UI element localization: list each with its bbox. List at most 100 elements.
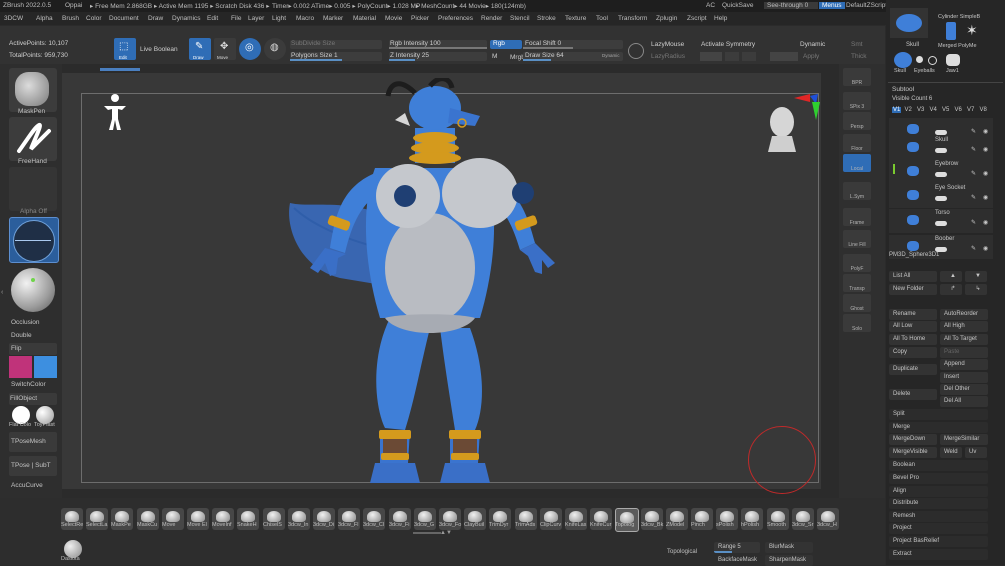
uv-button[interactable]: Uv bbox=[965, 447, 987, 458]
double-toggle[interactable]: Double bbox=[9, 330, 57, 342]
blurmask-button[interactable]: BlurMask bbox=[765, 542, 813, 553]
tposemesh-button[interactable]: TPoseMesh bbox=[9, 432, 57, 452]
new-folder-button[interactable]: New Folder bbox=[889, 284, 937, 295]
mergesimilar-button[interactable]: MergeSimilar bbox=[940, 434, 988, 445]
move-button[interactable]: ✥ Move bbox=[214, 38, 236, 60]
menu-alpha[interactable]: Alpha bbox=[36, 15, 53, 22]
rgb-toggle[interactable]: Rgb bbox=[490, 40, 522, 49]
polygons-size-slider[interactable]: Polygons Size 1 bbox=[290, 52, 382, 61]
rcol-spix-3-button[interactable]: SPix 3 bbox=[843, 92, 871, 110]
menu-transform[interactable]: Transform bbox=[618, 15, 647, 22]
menu-layer[interactable]: Layer bbox=[248, 15, 264, 22]
quicksave-button[interactable]: QuickSave bbox=[722, 2, 753, 9]
subtool-pen-icon[interactable]: ✎ bbox=[971, 146, 976, 153]
m-toggle[interactable]: M bbox=[492, 53, 497, 60]
menu-zscript[interactable]: Zscript bbox=[687, 15, 707, 22]
secondary-color-swatch[interactable] bbox=[34, 356, 57, 378]
delete-button[interactable]: Delete bbox=[889, 389, 937, 400]
boolean-button[interactable]: Boolean bbox=[889, 460, 988, 471]
rename-button[interactable]: Rename bbox=[889, 309, 937, 320]
menu-picker[interactable]: Picker bbox=[411, 15, 429, 22]
z-intensity-slider[interactable]: Z Intensity 25 bbox=[389, 52, 487, 61]
backfacemask-toggle[interactable]: BackfaceMask bbox=[714, 555, 762, 566]
subtool-row[interactable]: Eyebrow ✎ ◉ bbox=[889, 160, 993, 184]
dynamic-tag[interactable]: Dynamic bbox=[602, 53, 620, 58]
fillobject-button[interactable]: FillObject bbox=[9, 393, 57, 405]
edit-button[interactable]: ⬚ Edit bbox=[114, 38, 136, 60]
align-button[interactable]: Align bbox=[889, 486, 988, 497]
menu-stroke[interactable]: Stroke bbox=[537, 15, 556, 22]
rcol-line-fill-button[interactable]: Line Fill bbox=[843, 230, 871, 248]
rcol-transp-button[interactable]: Transp bbox=[843, 274, 871, 292]
rcol-bpr-button[interactable]: BPR bbox=[843, 68, 871, 86]
move-up-button[interactable]: ▲ bbox=[940, 271, 962, 282]
maskpen-brush-thumb[interactable] bbox=[9, 68, 57, 112]
project-basrelief-button[interactable]: Project BasRelief bbox=[889, 536, 988, 547]
thick-slider[interactable]: Thick bbox=[851, 53, 867, 60]
live-boolean-button[interactable]: Live Boolean bbox=[140, 46, 178, 53]
lazyradius-slider[interactable]: LazyRadius bbox=[651, 53, 685, 60]
subtool-pen-icon[interactable]: ✎ bbox=[971, 194, 976, 201]
remesh-button[interactable]: Remesh bbox=[889, 511, 988, 522]
ac-button[interactable]: AC bbox=[706, 2, 715, 9]
dynamic-button[interactable]: Dynamic bbox=[800, 41, 825, 48]
menu-edit[interactable]: Edit bbox=[207, 15, 218, 22]
menu-stencil[interactable]: Stencil bbox=[510, 15, 530, 22]
subtool-row[interactable]: Torso ✎ ◉ bbox=[889, 209, 993, 233]
subtool-pen-icon[interactable]: ✎ bbox=[971, 128, 976, 135]
all-to-target-button[interactable]: All To Target bbox=[940, 334, 988, 345]
left-collapse-arrow-icon[interactable]: ‹ bbox=[1, 289, 3, 296]
skull-tool-thumb[interactable] bbox=[890, 8, 928, 38]
rcol-l-sym-button[interactable]: L.Sym bbox=[843, 182, 871, 200]
mergevisible-button[interactable]: MergeVisible bbox=[889, 447, 937, 458]
flip-toggle[interactable]: Flip bbox=[9, 343, 57, 355]
version-v3-button[interactable]: V3 bbox=[917, 107, 924, 113]
folder-down-button[interactable]: ↳ bbox=[965, 284, 987, 295]
insert-button[interactable]: Insert bbox=[940, 372, 988, 383]
subtool-row[interactable]: Skull ✎ ◉ bbox=[889, 136, 993, 160]
merged-tool-icon[interactable] bbox=[946, 22, 956, 40]
del-other-button[interactable]: Del Other bbox=[940, 384, 988, 395]
rcol-polyf-button[interactable]: PolyF bbox=[843, 254, 871, 272]
del-all-button[interactable]: Del All bbox=[940, 396, 988, 407]
menu-macro[interactable]: Macro bbox=[296, 15, 314, 22]
menus-button[interactable]: Menus bbox=[819, 2, 845, 9]
dynamic-toggle[interactable] bbox=[770, 52, 798, 61]
mergedown-button[interactable]: MergeDown bbox=[889, 434, 937, 445]
menu-file[interactable]: File bbox=[231, 15, 241, 22]
jaw-icon[interactable] bbox=[946, 54, 960, 66]
list-all-button[interactable]: List All bbox=[889, 271, 937, 282]
subtool-toggle-icon[interactable] bbox=[935, 221, 947, 226]
character-model[interactable] bbox=[280, 78, 610, 498]
freehand-stroke-thumb[interactable] bbox=[9, 117, 57, 161]
subtool-toggle-icon[interactable] bbox=[935, 148, 947, 153]
smt-toggle[interactable]: Smt bbox=[851, 41, 863, 48]
visible-count-slider[interactable]: Visible Count 6 bbox=[892, 96, 932, 102]
subtool-pen-icon[interactable]: ✎ bbox=[971, 170, 976, 177]
version-v7-button[interactable]: V7 bbox=[967, 107, 974, 113]
alpha-thumb[interactable] bbox=[9, 167, 57, 211]
apply-button[interactable]: Apply bbox=[803, 53, 819, 60]
subtool-pen-icon[interactable]: ✎ bbox=[971, 219, 976, 226]
tpose-figure-icon[interactable] bbox=[100, 92, 130, 132]
symmetry-z-button[interactable] bbox=[742, 52, 756, 61]
scale-button[interactable]: ◎ bbox=[239, 38, 261, 60]
brush-topolog[interactable] bbox=[615, 508, 639, 532]
subdivide-size-slider[interactable]: SubDivide Size bbox=[290, 40, 382, 49]
bottom-scroll-arrows-icon[interactable]: ▲▼ bbox=[440, 530, 452, 536]
split-button[interactable]: Split bbox=[889, 409, 988, 420]
extract-button[interactable]: Extract bbox=[889, 549, 988, 560]
menu-material[interactable]: Material bbox=[353, 15, 376, 22]
see-through-slider[interactable]: See-through 0 bbox=[764, 2, 819, 9]
subtool-pen-icon[interactable]: ✎ bbox=[971, 245, 976, 252]
symmetry-x-button[interactable] bbox=[700, 52, 722, 61]
menu-3dcw[interactable]: 3DCW bbox=[4, 15, 23, 22]
sharpenmask-button[interactable]: SharpenMask bbox=[765, 555, 813, 566]
main-color-swatch[interactable] bbox=[9, 356, 32, 378]
tpose-subt-button[interactable]: TPose | SubT bbox=[9, 456, 57, 476]
menu-render[interactable]: Render bbox=[481, 15, 502, 22]
menu-marker[interactable]: Marker bbox=[323, 15, 343, 22]
autoreorder-button[interactable]: AutoReorder bbox=[940, 309, 988, 320]
eyeballs-outline-icon[interactable] bbox=[928, 56, 937, 65]
subtool-eye-icon[interactable]: ◉ bbox=[983, 219, 988, 226]
